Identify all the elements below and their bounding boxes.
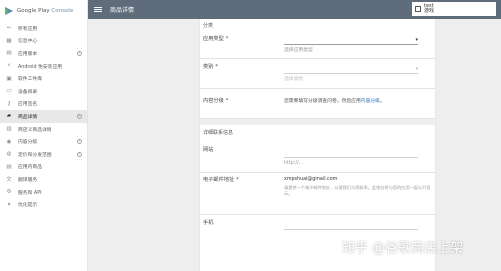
dashboard-icon: ▦ bbox=[6, 37, 12, 44]
email-input[interactable]: xmpshuai@gmail.com bbox=[284, 177, 337, 182]
contact-details-title: 详细联系信息 bbox=[203, 130, 234, 136]
release-icon: ▤ bbox=[6, 50, 12, 57]
sidebar-item-label: Android 免安装应用 bbox=[18, 64, 63, 70]
lightbulb-icon: ✦ bbox=[6, 201, 12, 208]
sidebar-item-label: 软件工件库 bbox=[18, 77, 42, 83]
menu-icon[interactable] bbox=[94, 6, 102, 13]
content-rating-text: 您需要填写分级调查问卷，然后应用内容分级。 bbox=[284, 99, 385, 104]
website-placeholder: http://... bbox=[284, 161, 304, 166]
warning-icon: ! bbox=[77, 139, 82, 145]
instant-app-icon: ⚡ bbox=[7, 63, 11, 70]
website-row: 网站 http://... bbox=[200, 143, 435, 173]
app-type-select[interactable]: 选择应用类型 ▾ bbox=[284, 36, 418, 53]
api-icon: ⚙ bbox=[6, 189, 12, 196]
sidebar-item-translate[interactable]: 文翻译服务 bbox=[0, 173, 87, 186]
sidebar-item-key[interactable]: ⚷ 应用签名 bbox=[0, 98, 87, 111]
sidebar-item-content-rating[interactable]: ◉ 内容分级! bbox=[0, 135, 87, 148]
email-helper-text: 请提供一个电子邮件地址，以便我们与您联系。此地址将与您的应用一起公开显 bbox=[284, 185, 431, 190]
category-select[interactable]: 选择类别 ▾ bbox=[284, 65, 418, 82]
sidebar-item-label: 内容分级 bbox=[18, 140, 38, 146]
content-rating-row: 内容分级 * 您需要填写分级调查问卷，然后应用内容分级。 bbox=[200, 89, 435, 119]
sidebar-item-label: 商店义商品详情 bbox=[18, 127, 52, 133]
translate-icon: 文 bbox=[6, 177, 12, 184]
watermark: 知乎 @谷歌商店上架 bbox=[342, 237, 463, 256]
watermark-text: 知乎 @谷歌商店上架 bbox=[342, 241, 464, 256]
store-listing-form: 分类 应用类型 * 选择应用类型 ▾ 类别 * 选择类别 ▾ 内容分级 * 您需要填写… bbox=[200, 19, 435, 271]
back-arrow-icon: ← bbox=[6, 25, 12, 32]
app-type-label: 应用类型 * bbox=[203, 36, 229, 42]
sidebar-item-label: 信息中心 bbox=[18, 39, 38, 45]
account-selector[interactable]: test 游戏 bbox=[412, 2, 496, 16]
sidebar-item-label: 设备目录 bbox=[18, 89, 38, 95]
sidebar-item-release[interactable]: ▤ 应用版本! bbox=[0, 47, 87, 60]
sidebar-item-label: 服务和 API bbox=[18, 190, 42, 196]
sidebar-item-lightbulb[interactable]: ✦ 优化提示 bbox=[0, 198, 87, 211]
sidebar-item-globe[interactable]: ◍ 定价和分发范围! bbox=[0, 148, 87, 161]
cart-icon: ▤ bbox=[6, 163, 12, 170]
sidebar-item-store[interactable]: ▰ 商品详情! bbox=[0, 110, 87, 123]
sidebar-item-label: 应用版本 bbox=[18, 51, 38, 57]
globe-icon: ◍ bbox=[6, 151, 12, 158]
brand-name: Google Play Console bbox=[17, 8, 74, 14]
app-type-placeholder: 选择应用类型 bbox=[284, 48, 313, 53]
email-row: 电子邮件地址 * xmpshuai@gmail.com 请提供一个电子邮件地址，以… bbox=[200, 173, 435, 215]
dropdown-arrow-icon: ▾ bbox=[415, 37, 418, 43]
sidebar: Google Play Console ← 所有应用 ▦ 信息中心 ▤ 应用版本! ⚡ And… bbox=[0, 0, 88, 271]
sidebar-item-device[interactable]: ▭ 设备目录 bbox=[0, 85, 87, 98]
library-icon: ▣ bbox=[6, 75, 12, 82]
sidebar-item-back-arrow[interactable]: ← 所有应用 bbox=[0, 22, 87, 35]
sidebar-item-label: 优化提示 bbox=[18, 203, 38, 209]
page-title: 商品详情 bbox=[110, 7, 135, 14]
account-checkbox-icon bbox=[415, 6, 421, 12]
category-label: 类别 * bbox=[203, 64, 218, 70]
dropdown-arrow-icon: ▾ bbox=[415, 66, 418, 72]
play-console-logo-icon bbox=[5, 7, 13, 15]
sidebar-item-instant-app[interactable]: ⚡ Android 免安装应用 bbox=[0, 60, 87, 73]
app-type-row: 应用类型 * 选择应用类型 ▾ bbox=[200, 31, 435, 59]
website-label: 网站 bbox=[203, 147, 214, 153]
content-rating-link[interactable]: 内容分级 bbox=[361, 99, 380, 104]
email-label: 电子邮件地址 * bbox=[203, 177, 239, 183]
category-placeholder: 选择类别 bbox=[284, 77, 304, 82]
sidebar-item-label: 定价和分发范围 bbox=[18, 152, 52, 158]
warning-icon: ! bbox=[77, 113, 82, 119]
sidebar-item-library[interactable]: ▣ 软件工件库 bbox=[0, 72, 87, 85]
sidebar-item-dashboard[interactable]: ▦ 信息中心 bbox=[0, 35, 87, 48]
content-rating-icon: ◉ bbox=[6, 138, 12, 145]
category-row: 类别 * 选择类别 ▾ bbox=[200, 59, 435, 89]
sidebar-nav: ← 所有应用 ▦ 信息中心 ▤ 应用版本! ⚡ Android 免安装应用 ▣ 软件工件库 ▭ 设备目… bbox=[0, 22, 87, 211]
sidebar-item-label: 所有应用 bbox=[18, 26, 38, 32]
content-rating-label: 内容分级 * bbox=[203, 98, 229, 104]
account-subtitle: 游戏 bbox=[424, 8, 435, 14]
key-icon: ⚷ bbox=[6, 100, 12, 107]
custom-listing-icon: ▥ bbox=[6, 126, 12, 133]
phone-label: 手机 bbox=[203, 220, 214, 226]
website-input[interactable]: http://... bbox=[284, 149, 418, 166]
sidebar-item-label: 应用签名 bbox=[18, 102, 38, 108]
sidebar-item-label: 翻译服务 bbox=[18, 177, 38, 183]
sidebar-item-api[interactable]: ⚙ 服务和 API bbox=[0, 186, 87, 199]
top-app-bar: 商品详情 test 游戏 bbox=[88, 0, 501, 19]
phone-input[interactable] bbox=[284, 229, 418, 230]
email-helper-text-cont: 示。 bbox=[284, 191, 293, 196]
categorization-title: 分类 bbox=[203, 23, 214, 29]
device-icon: ▭ bbox=[6, 88, 12, 95]
sidebar-item-label: 应用内商品 bbox=[18, 165, 42, 171]
sidebar-item-label: 商品详情 bbox=[18, 114, 38, 120]
store-icon: ▰ bbox=[6, 113, 12, 120]
warning-icon: ! bbox=[77, 50, 82, 56]
brand[interactable]: Google Play Console bbox=[0, 0, 87, 22]
sidebar-item-custom-listing[interactable]: ▥ 商店义商品详情 bbox=[0, 123, 87, 136]
sidebar-item-cart[interactable]: ▤ 应用内商品 bbox=[0, 161, 87, 174]
warning-icon: ! bbox=[77, 151, 82, 157]
